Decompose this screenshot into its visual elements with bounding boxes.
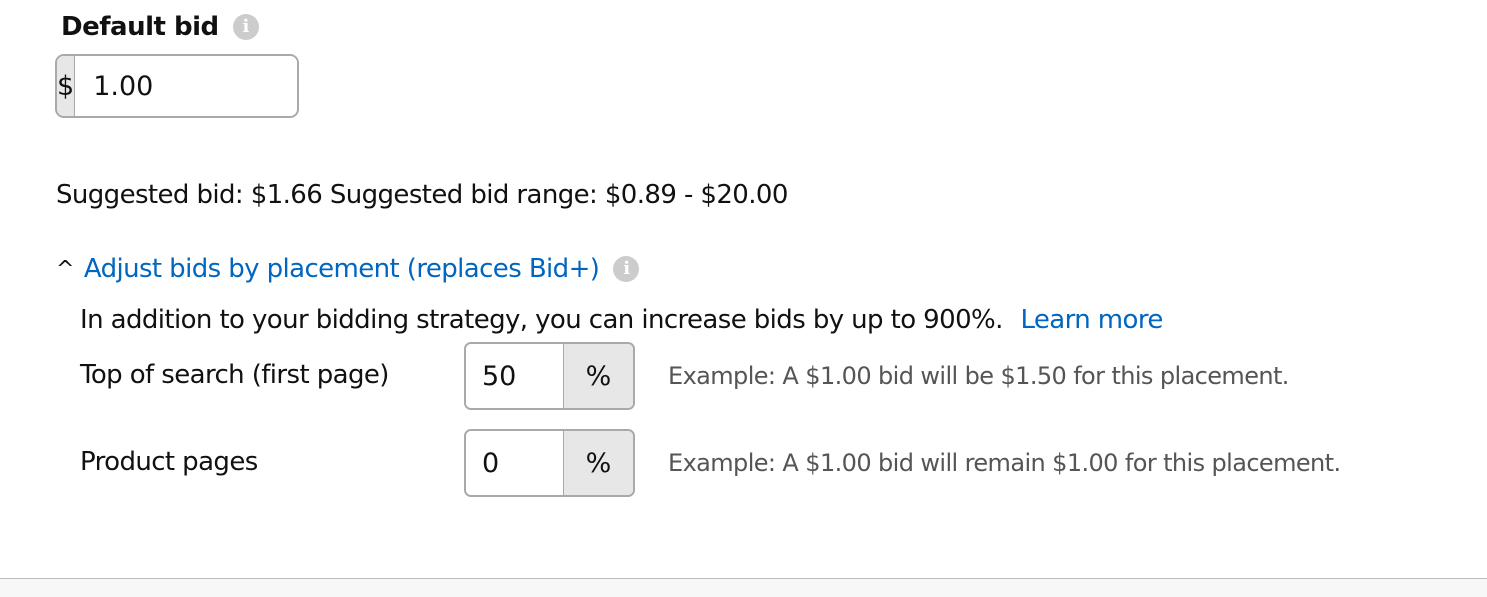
product-pages-label: Product pages — [80, 447, 258, 477]
currency-prefix: $ — [57, 56, 76, 116]
info-icon[interactable]: i — [613, 256, 640, 282]
product-pages-field: % — [464, 429, 635, 497]
product-pages-example: Example: A $1.00 bid will remain $1.00 f… — [668, 449, 1341, 477]
default-bid-heading: Default bid i — [61, 12, 259, 42]
top-of-search-input[interactable] — [466, 344, 563, 408]
suggested-bid-text: Suggested bid: $1.66 Suggested bid range… — [56, 180, 788, 210]
top-of-search-example: Example: A $1.00 bid will be $1.50 for t… — [668, 362, 1289, 390]
placement-description-text: In addition to your bidding strategy, yo… — [80, 305, 1003, 335]
adjust-bids-label[interactable]: Adjust bids by placement (replaces Bid+) — [84, 254, 600, 284]
default-bid-field: $ — [55, 54, 299, 118]
top-of-search-field: % — [464, 342, 635, 410]
placement-description: In addition to your bidding strategy, yo… — [80, 305, 1163, 335]
info-icon[interactable]: i — [232, 14, 259, 40]
default-bid-title: Default bid — [61, 12, 219, 42]
learn-more-link[interactable]: Learn more — [1020, 305, 1163, 335]
product-pages-input[interactable] — [466, 431, 563, 495]
chevron-up-icon: ^ — [56, 256, 74, 282]
percent-suffix: % — [563, 344, 633, 408]
footer-bar — [0, 578, 1487, 597]
top-of-search-label: Top of search (first page) — [80, 360, 389, 390]
default-bid-input[interactable] — [75, 56, 297, 116]
percent-suffix: % — [563, 431, 633, 495]
adjust-bids-toggle[interactable]: ^ Adjust bids by placement (replaces Bid… — [56, 254, 640, 284]
